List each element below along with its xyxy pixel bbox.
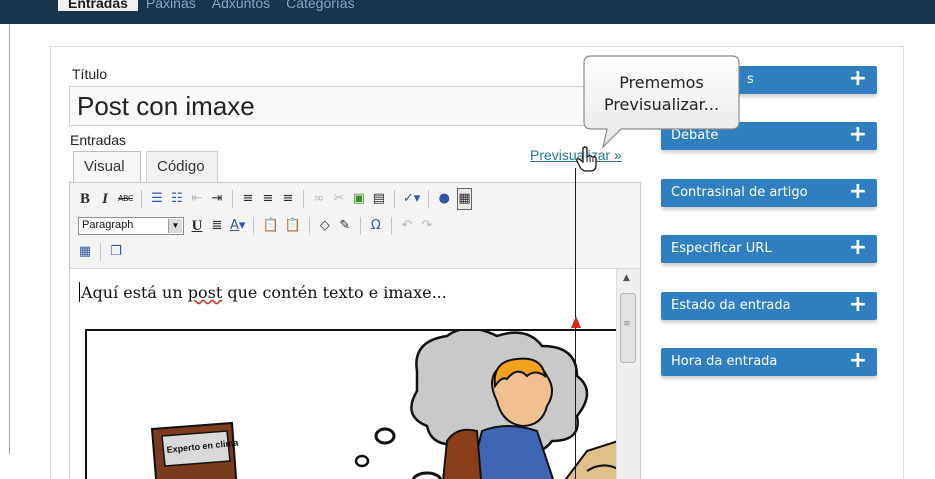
- page-break-icon[interactable]: ▤: [372, 189, 386, 209]
- nav-tab-adxuntos[interactable]: Adxuntos: [204, 0, 278, 11]
- rich-text-editor: B I ABC ☰ ☷ ⇤ ⇥ ≡ ≡ ≡ ∞ ✂ ▣ ▤ ✓▾ ● ▦ Par…: [69, 182, 641, 479]
- numbered-list-icon[interactable]: ☷: [170, 189, 184, 209]
- insert-image-icon[interactable]: ▣: [352, 189, 366, 209]
- toolbar-separator: [390, 217, 392, 235]
- nav-tab-categorias[interactable]: Categorías: [278, 0, 362, 11]
- link-icon[interactable]: ∞: [312, 189, 326, 209]
- toolbar-row-3: ▦ ❐: [78, 241, 123, 263]
- title-input[interactable]: Post con imaxe: [69, 86, 641, 126]
- expand-icon[interactable]: +: [849, 236, 867, 260]
- tab-code[interactable]: Código: [146, 151, 218, 183]
- align-center-icon[interactable]: ≡: [261, 189, 275, 209]
- undo-icon[interactable]: ↶: [400, 216, 414, 236]
- text-after: que contén texto e imaxe...: [222, 283, 447, 302]
- sidebar-box-label: Hora da entrada: [671, 354, 778, 369]
- entries-label: Entradas: [70, 132, 127, 148]
- left-divider: [9, 24, 10, 454]
- hand-cursor-icon: [576, 146, 597, 172]
- remove-format-icon[interactable]: ◇: [318, 216, 332, 236]
- top-nav: Entradas Páxinas Adxuntos Categorías: [0, 0, 935, 24]
- title-label: Título: [72, 66, 108, 82]
- text-color-icon[interactable]: A▾: [230, 216, 245, 236]
- align-left-icon[interactable]: ≡: [241, 189, 255, 209]
- nav-tab-entradas[interactable]: Entradas: [58, 0, 138, 11]
- media-icon[interactable]: ❐: [109, 242, 123, 262]
- text-caret: [79, 282, 80, 302]
- strikethrough-icon[interactable]: ABC: [118, 189, 133, 209]
- sidebar-box-password[interactable]: Contrasinal de artigo +: [661, 179, 877, 207]
- toolbar-row-2: Paragraph ▼ U ≣ A▾ 📋 📋 ◇ ✎ Ω ↶ ↷: [78, 215, 434, 237]
- toolbar-separator: [359, 217, 361, 235]
- sidebar-box-url[interactable]: Especificar URL +: [661, 235, 877, 263]
- bullet-list-icon[interactable]: ☰: [150, 189, 164, 209]
- underline-icon[interactable]: U: [190, 216, 204, 236]
- chevron-down-icon: ▼: [168, 219, 182, 233]
- help-icon[interactable]: ●: [437, 189, 451, 209]
- sidebar-box-status[interactable]: Estado da entrada +: [661, 292, 877, 320]
- outdent-icon[interactable]: ⇤: [190, 189, 204, 209]
- toolbar-separator: [302, 190, 304, 208]
- tab-visual[interactable]: Visual: [73, 151, 141, 183]
- sidebar-box-label: Estado da entrada: [671, 298, 791, 313]
- toolbar-separator: [393, 190, 395, 208]
- nav-tabs: Entradas Páxinas Adxuntos Categorías: [58, 0, 363, 24]
- italic-icon[interactable]: I: [98, 189, 112, 209]
- cartoon-image[interactable]: Experto en clima: [85, 329, 616, 479]
- spellcheck-icon[interactable]: ✓▾: [403, 189, 420, 209]
- callout-text: Prememos Previsualizar...: [583, 72, 740, 116]
- justify-icon[interactable]: ≣: [210, 216, 224, 236]
- toolbar-separator: [231, 190, 233, 208]
- format-select-value: Paragraph: [82, 219, 134, 231]
- scroll-grip-icon: ≡: [623, 319, 631, 329]
- format-select[interactable]: Paragraph ▼: [78, 217, 184, 235]
- sidebar-box-label: Especificar URL: [671, 241, 772, 256]
- callout-line-1: Prememos: [619, 73, 704, 92]
- expand-icon[interactable]: +: [849, 123, 867, 147]
- unlink-icon[interactable]: ✂: [332, 189, 346, 209]
- misspelled-word: post: [187, 283, 223, 302]
- editor-paragraph: Aquí está un post que contén texto e ima…: [81, 283, 447, 302]
- paste-word-icon[interactable]: 📋: [285, 216, 301, 236]
- callout-line-2: Previsualizar...: [603, 95, 720, 114]
- nav-tab-paxinas[interactable]: Páxinas: [138, 0, 204, 11]
- expand-icon[interactable]: +: [849, 349, 867, 373]
- align-right-icon[interactable]: ≡: [281, 189, 295, 209]
- redo-icon[interactable]: ↷: [420, 216, 434, 236]
- sidebar-box-label: s: [747, 72, 754, 87]
- bold-icon[interactable]: B: [78, 189, 92, 209]
- expand-icon[interactable]: +: [849, 180, 867, 204]
- sidebar-box-label: Contrasinal de artigo: [671, 185, 808, 200]
- cleanup-icon[interactable]: ✎: [338, 216, 352, 236]
- red-arrow-icon: [571, 316, 581, 328]
- editor-scrollbar[interactable]: ▲ ≡: [616, 269, 640, 479]
- toolbar-separator: [253, 217, 255, 235]
- special-char-icon[interactable]: Ω: [369, 216, 383, 236]
- toolbar-separator: [308, 217, 310, 235]
- kitchen-sink-icon[interactable]: ▦: [457, 188, 472, 210]
- toolbar-separator: [428, 190, 430, 208]
- table-icon[interactable]: ▦: [78, 242, 92, 262]
- paste-text-icon[interactable]: 📋: [262, 216, 278, 236]
- tutorial-callout: Prememos Previsualizar...: [583, 55, 740, 149]
- expand-icon[interactable]: +: [849, 67, 867, 91]
- scroll-up-icon[interactable]: ▲: [623, 273, 630, 283]
- editor-content[interactable]: Aquí está un post que contén texto e ima…: [70, 268, 640, 479]
- text-before: Aquí está un: [81, 283, 188, 302]
- toolbar-separator: [140, 190, 142, 208]
- toolbar-separator: [100, 243, 101, 261]
- toolbar-row-1: B I ABC ☰ ☷ ⇤ ⇥ ≡ ≡ ≡ ∞ ✂ ▣ ▤ ✓▾ ● ▦: [78, 188, 472, 210]
- indent-icon[interactable]: ⇥: [210, 189, 224, 209]
- cartoon-drawing: Experto en clima: [150, 331, 616, 479]
- sidebar-box-time[interactable]: Hora da entrada +: [661, 348, 877, 376]
- expand-icon[interactable]: +: [849, 293, 867, 317]
